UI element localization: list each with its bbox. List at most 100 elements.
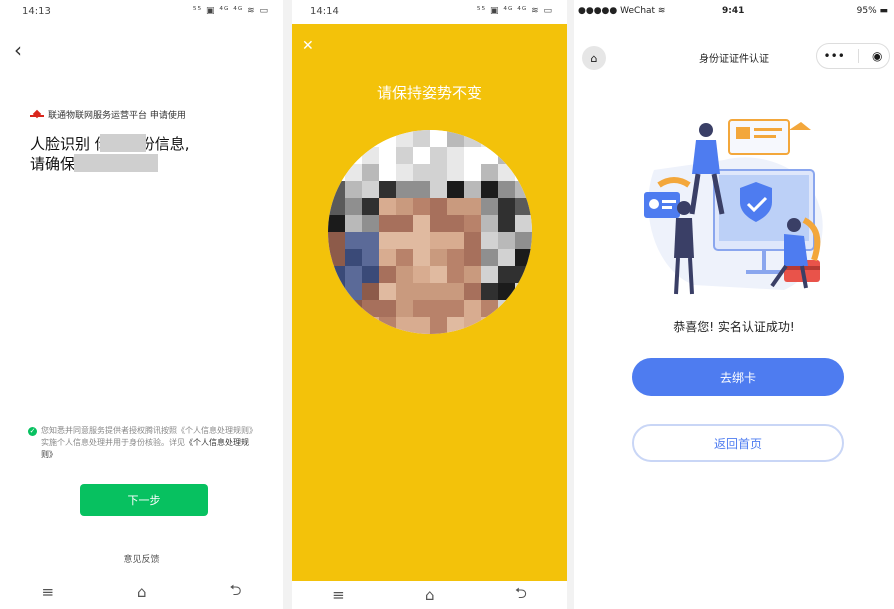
mosaic-tile bbox=[413, 198, 430, 215]
mosaic-tile bbox=[362, 181, 379, 198]
mosaic-tile bbox=[413, 215, 430, 232]
mosaic-tile bbox=[413, 283, 430, 300]
mosaic-tile bbox=[430, 266, 447, 283]
mosaic-tile bbox=[464, 266, 481, 283]
return-home-button[interactable]: 返回首页 bbox=[632, 424, 844, 462]
consent-screen: 14:13 ⁵⁵ ▣ ⁴ᴳ ⁴ᴳ ≋ ▭ ‹ 联通物联网服务运营平台 申请使用 … bbox=[0, 0, 283, 609]
back-nav-icon[interactable]: ⮌ bbox=[515, 583, 527, 608]
status-time: 14:14 bbox=[310, 6, 339, 17]
mosaic-tile bbox=[362, 317, 379, 334]
capsule-divider bbox=[857, 49, 859, 63]
mosaic-tile bbox=[447, 198, 464, 215]
close-miniprogram-icon[interactable]: ◉ bbox=[872, 49, 882, 63]
mosaic-tile bbox=[413, 130, 430, 147]
mosaic-tile bbox=[447, 181, 464, 198]
mosaic-tile bbox=[464, 317, 481, 334]
mosaic-tile bbox=[345, 317, 362, 334]
mosaic-tile bbox=[345, 181, 362, 198]
system-nav-bar: ≡ ⌂ ⮌ bbox=[0, 575, 283, 609]
mosaic-tile bbox=[345, 249, 362, 266]
mosaic-tile bbox=[515, 130, 532, 147]
mosaic-tile bbox=[362, 266, 379, 283]
status-time: 9:41 bbox=[722, 6, 745, 16]
mosaic-tile bbox=[498, 147, 515, 164]
carrier-label: ●●●●● WeChat ≋ bbox=[578, 6, 666, 16]
mosaic-tile bbox=[447, 215, 464, 232]
mosaic-tile bbox=[464, 249, 481, 266]
mosaic-tile bbox=[379, 198, 396, 215]
close-icon[interactable]: ✕ bbox=[302, 38, 314, 54]
mosaic-tile bbox=[345, 130, 362, 147]
redacted-block bbox=[74, 154, 158, 172]
back-nav-icon[interactable]: ⮌ bbox=[229, 580, 241, 605]
mosaic-tile bbox=[430, 300, 447, 317]
consent-notice: ✓ 您知悉并同意服务提供者授权腾讯按照《个人信息处理规则》实施个人信息处理并用于… bbox=[28, 425, 260, 461]
mosaic-tile bbox=[498, 283, 515, 300]
mosaic-tile bbox=[328, 181, 345, 198]
home-icon[interactable]: ⌂ bbox=[425, 586, 435, 604]
checkbox-checked-icon[interactable]: ✓ bbox=[28, 427, 37, 436]
mosaic-tile bbox=[498, 130, 515, 147]
home-icon[interactable]: ⌂ bbox=[137, 583, 147, 601]
mosaic-tile bbox=[413, 181, 430, 198]
mosaic-tile bbox=[447, 266, 464, 283]
mosaic-tile bbox=[430, 215, 447, 232]
mosaic-tile bbox=[396, 249, 413, 266]
mosaic-tile bbox=[379, 300, 396, 317]
mosaic-tile bbox=[481, 198, 498, 215]
feedback-link[interactable]: 意见反馈 bbox=[0, 552, 283, 565]
back-icon[interactable]: ‹ bbox=[14, 38, 22, 62]
mosaic-tile bbox=[447, 249, 464, 266]
mosaic-tile bbox=[379, 130, 396, 147]
mosaic-tile bbox=[396, 232, 413, 249]
mosaic-tile bbox=[345, 215, 362, 232]
mosaic-tile bbox=[328, 130, 345, 147]
pixelated-face-image bbox=[328, 130, 532, 334]
mosaic-tile bbox=[362, 215, 379, 232]
mosaic-tile bbox=[413, 317, 430, 334]
success-message: 恭喜您! 实名认证成功! bbox=[673, 320, 795, 334]
miniprogram-nav: ⌂ 身份证证件认证 ••• ◉ bbox=[574, 40, 894, 72]
mosaic-tile bbox=[396, 283, 413, 300]
mosaic-tile bbox=[481, 215, 498, 232]
status-icons: ⁵⁵ ▣ ⁴ᴳ ⁴ᴳ ≋ ▭ bbox=[476, 6, 553, 16]
mosaic-tile bbox=[328, 198, 345, 215]
mosaic-tile bbox=[464, 198, 481, 215]
mosaic-tile bbox=[481, 249, 498, 266]
mosaic-tile bbox=[430, 317, 447, 334]
mosaic-tile bbox=[481, 147, 498, 164]
mosaic-tile bbox=[464, 181, 481, 198]
next-button[interactable]: 下一步 bbox=[80, 484, 208, 516]
mosaic-tile bbox=[515, 300, 532, 317]
mosaic-tile bbox=[481, 232, 498, 249]
more-icon[interactable]: ••• bbox=[824, 49, 845, 63]
mosaic-tile bbox=[362, 198, 379, 215]
requester-line: 联通物联网服务运营平台 申请使用 bbox=[30, 108, 186, 121]
mosaic-tile bbox=[498, 317, 515, 334]
mosaic-tile bbox=[430, 181, 447, 198]
mosaic-tile bbox=[447, 317, 464, 334]
mosaic-tile bbox=[362, 283, 379, 300]
mosaic-tile bbox=[328, 232, 345, 249]
mosaic-tile bbox=[345, 164, 362, 181]
mosaic-tile bbox=[464, 283, 481, 300]
mosaic-tile bbox=[430, 249, 447, 266]
mosaic-tile bbox=[345, 283, 362, 300]
menu-icon[interactable]: ≡ bbox=[332, 586, 345, 604]
capsule-menu: ••• ◉ bbox=[816, 43, 890, 69]
mosaic-tile bbox=[362, 164, 379, 181]
mosaic-tile bbox=[413, 147, 430, 164]
mosaic-tile bbox=[447, 130, 464, 147]
mosaic-tile bbox=[515, 283, 532, 300]
face-capture-screen: 14:14 ⁵⁵ ▣ ⁴ᴳ ⁴ᴳ ≋ ▭ ✕ 请保持姿势不变 ≡ ⌂ ⮌ bbox=[292, 0, 567, 609]
mosaic-tile bbox=[498, 249, 515, 266]
mosaic-tile bbox=[413, 300, 430, 317]
mosaic-tile bbox=[515, 249, 532, 266]
menu-icon[interactable]: ≡ bbox=[41, 583, 54, 601]
mosaic-tile bbox=[515, 266, 532, 283]
mosaic-tile bbox=[481, 130, 498, 147]
bind-card-button[interactable]: 去绑卡 bbox=[632, 358, 844, 396]
mosaic-tile bbox=[396, 147, 413, 164]
mosaic-tile bbox=[447, 300, 464, 317]
mosaic-tile bbox=[328, 300, 345, 317]
